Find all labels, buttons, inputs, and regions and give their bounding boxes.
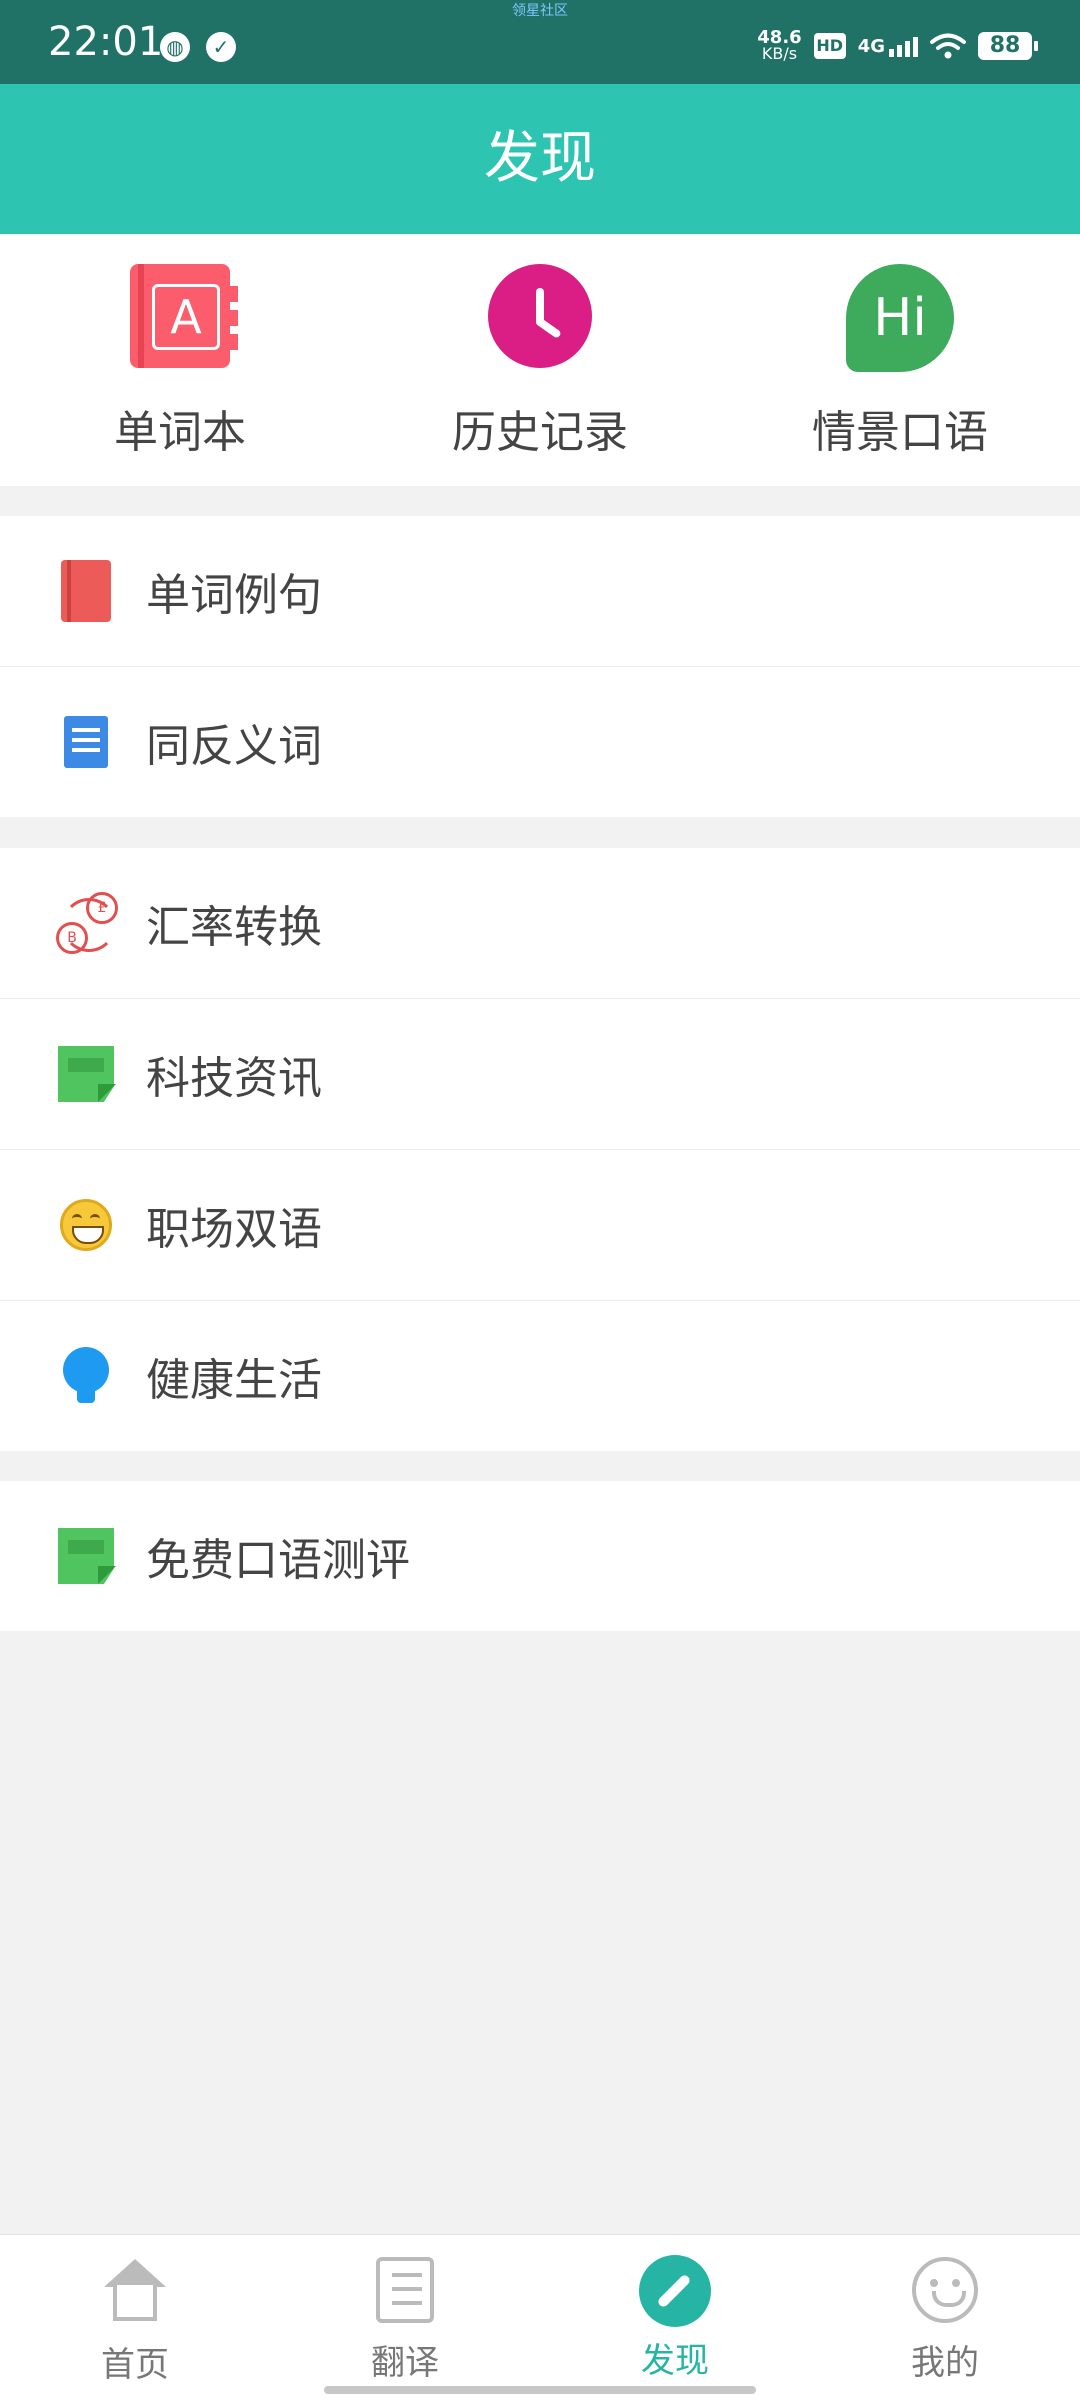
currency-exchange-icon: £ B <box>56 892 118 954</box>
quick-action-label: 情景口语 <box>812 407 988 458</box>
notebook-outline-icon <box>376 2257 434 2323</box>
nav-tab-translate[interactable]: 翻译 <box>315 2255 495 2384</box>
battery-icon: 88 <box>978 32 1038 60</box>
nav-tab-label: 翻译 <box>371 2343 439 2383</box>
globe-icon: ◍ <box>160 32 190 62</box>
network-speed: 48.6 KB/s <box>757 29 801 63</box>
smile-icon <box>912 2257 978 2323</box>
quick-actions: A 单词本 历史记录 Hi 情景口语 <box>0 234 1080 486</box>
home-icon <box>104 2259 166 2321</box>
app-header: 发现 <box>0 84 1080 234</box>
notebook-icon-letter: A <box>152 284 220 350</box>
hi-chat-icon: Hi <box>845 264 955 374</box>
list-item-label: 健康生活 <box>146 1355 322 1406</box>
list-group-assessment: 免费口语测评 <box>0 1481 1080 1631</box>
nav-tab-discover[interactable]: 发现 <box>585 2255 765 2382</box>
bottom-navigation: 首页 翻译 发现 我的 <box>0 2234 1080 2401</box>
grinning-face-icon <box>56 1195 116 1255</box>
network-type: 4G <box>857 36 885 57</box>
home-indicator <box>324 2386 756 2394</box>
list-item-label: 免费口语测评 <box>146 1535 410 1586</box>
status-notification-icons: ◍ ✓ <box>160 32 236 62</box>
list-item-workplace-bilingual[interactable]: 职场双语 <box>0 1150 1080 1301</box>
list-group-content: £ B 汇率转换 科技资讯 职场双语 健康生活 <box>0 848 1080 1451</box>
list-item-label: 科技资讯 <box>146 1053 322 1104</box>
status-indicators: 48.6 KB/s HD 4G 88 <box>757 29 1038 63</box>
list-group-dictionary: 单词例句 同反义词 <box>0 516 1080 817</box>
list-item-label: 汇率转换 <box>146 902 322 953</box>
list-item-label: 职场双语 <box>146 1204 322 1255</box>
light-bulb-icon <box>56 1346 116 1406</box>
nav-tab-label: 首页 <box>101 2345 169 2385</box>
note-icon <box>56 1044 116 1104</box>
community-tag: 领星社区 <box>512 3 568 19</box>
nav-tab-label: 发现 <box>641 2341 709 2381</box>
list-item-tech-news[interactable]: 科技资讯 <box>0 999 1080 1150</box>
list-item-synonyms-antonyms[interactable]: 同反义词 <box>0 667 1080 817</box>
note-icon <box>56 1526 116 1586</box>
quick-action-wordbook[interactable]: A 单词本 <box>60 264 300 464</box>
quick-action-scene-speaking[interactable]: Hi 情景口语 <box>780 264 1020 464</box>
nav-tab-home[interactable]: 首页 <box>45 2255 225 2386</box>
list-item-currency-exchange[interactable]: £ B 汇率转换 <box>0 848 1080 999</box>
clock-icon <box>485 264 595 374</box>
list-item-label: 单词例句 <box>146 570 322 621</box>
list-item-label: 同反义词 <box>146 721 322 772</box>
notebook-icon: A <box>125 264 238 374</box>
quick-action-history[interactable]: 历史记录 <box>420 264 660 464</box>
coin-pound: £ <box>86 892 118 924</box>
hd-badge: HD <box>813 33 846 59</box>
status-bar: 22:01 ◍ ✓ 领星社区 48.6 KB/s HD 4G 88 <box>0 0 1080 84</box>
quick-action-label: 单词本 <box>114 407 246 458</box>
compass-icon <box>639 2255 711 2327</box>
document-icon <box>56 712 116 776</box>
quick-action-label: 历史记录 <box>452 407 628 458</box>
network-speed-unit: KB/s <box>761 44 798 63</box>
list-item-free-speaking-test[interactable]: 免费口语测评 <box>0 1481 1080 1631</box>
book-icon <box>56 560 116 622</box>
coin-bitcoin: B <box>56 922 88 954</box>
list-item-word-examples[interactable]: 单词例句 <box>0 516 1080 667</box>
hi-chat-icon-text: Hi <box>846 264 954 372</box>
list-item-healthy-living[interactable]: 健康生活 <box>0 1301 1080 1451</box>
wifi-icon <box>930 33 966 59</box>
nav-tab-label: 我的 <box>911 2343 979 2383</box>
cellular-signal-icon: 4G <box>858 35 918 57</box>
status-time: 22:01 <box>48 19 164 65</box>
check-circle-icon: ✓ <box>206 32 236 62</box>
nav-tab-me[interactable]: 我的 <box>855 2255 1035 2384</box>
page-title: 发现 <box>484 126 596 191</box>
